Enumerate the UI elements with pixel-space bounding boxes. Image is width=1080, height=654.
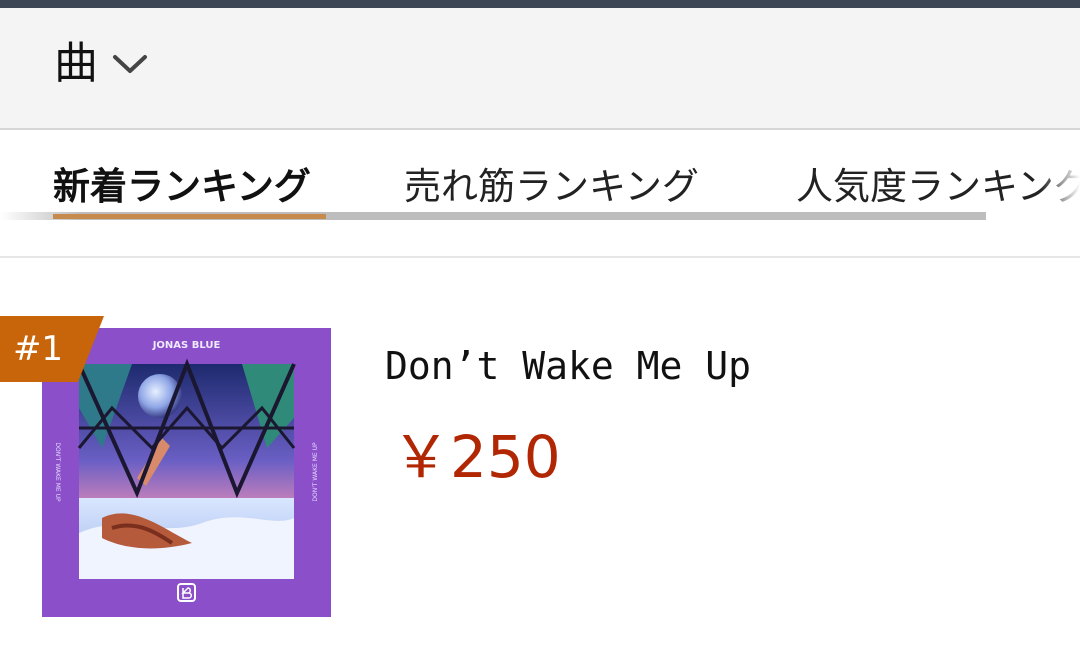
chevron-down-icon (113, 55, 147, 73)
category-label: 曲 (54, 38, 98, 89)
category-dropdown[interactable]: 曲 (54, 34, 148, 94)
app-header: 曲 (0, 8, 1080, 130)
item-price: ￥250 (392, 423, 561, 491)
section-divider (0, 256, 1080, 258)
tab-new-releases[interactable]: 新着ランキング (53, 162, 311, 212)
rank-number: #1 (12, 329, 64, 369)
item-title[interactable]: Don’t Wake Me Up (385, 344, 751, 388)
ranking-tabs: 新着ランキング 売れ筋ランキング 人気度ランキング (0, 130, 1080, 230)
status-bar (0, 0, 1080, 8)
tabs-fade (1040, 130, 1080, 230)
tab-popularity[interactable]: 人気度ランキング (796, 162, 1080, 212)
active-tab-indicator (53, 214, 326, 219)
cover-artist-text: JONAS BLUE (152, 340, 221, 351)
cover-side-text-right: DON'T WAKE ME UP (312, 442, 319, 502)
cover-side-text-left: DON'T WAKE ME UP (54, 442, 61, 502)
ranking-item[interactable]: JONAS BLUE DON'T WAKE ME UP DON'T WAKE M… (0, 300, 1080, 640)
tab-best-sellers[interactable]: 売れ筋ランキング (404, 162, 699, 212)
